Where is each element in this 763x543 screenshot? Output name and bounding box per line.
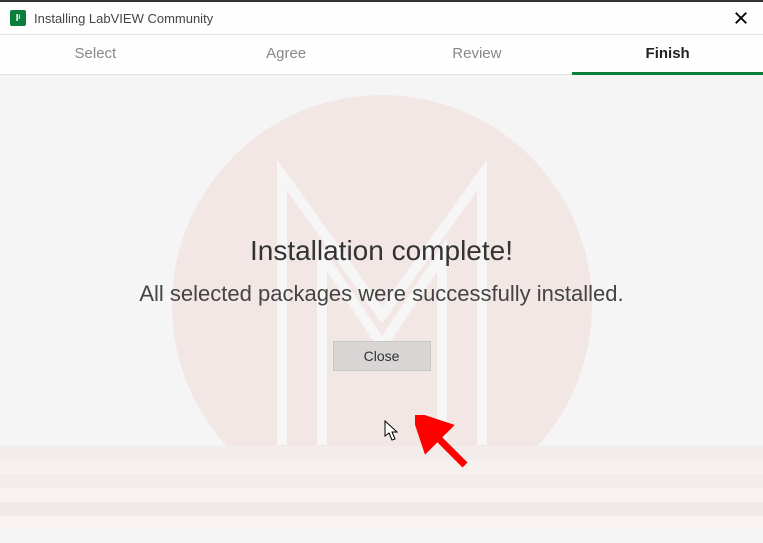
tabs: Select Agree Review Finish bbox=[0, 35, 763, 75]
close-button[interactable]: Close bbox=[333, 341, 431, 371]
tab-review[interactable]: Review bbox=[382, 35, 573, 74]
tab-select[interactable]: Select bbox=[0, 35, 191, 74]
titlebar-left: II Installing LabVIEW Community bbox=[10, 10, 213, 26]
close-icon[interactable] bbox=[731, 8, 751, 28]
subline: All selected packages were successfully … bbox=[139, 281, 623, 307]
titlebar: II Installing LabVIEW Community bbox=[0, 2, 763, 35]
decorative-stripes bbox=[0, 446, 763, 536]
cursor-icon bbox=[384, 420, 400, 442]
tab-finish[interactable]: Finish bbox=[572, 35, 763, 74]
content-area: Installation complete! All selected pack… bbox=[0, 75, 763, 536]
window-title: Installing LabVIEW Community bbox=[34, 11, 213, 26]
app-icon: II bbox=[10, 10, 26, 26]
headline: Installation complete! bbox=[250, 235, 513, 267]
annotation-arrow-icon bbox=[415, 415, 475, 475]
tab-agree[interactable]: Agree bbox=[191, 35, 382, 74]
